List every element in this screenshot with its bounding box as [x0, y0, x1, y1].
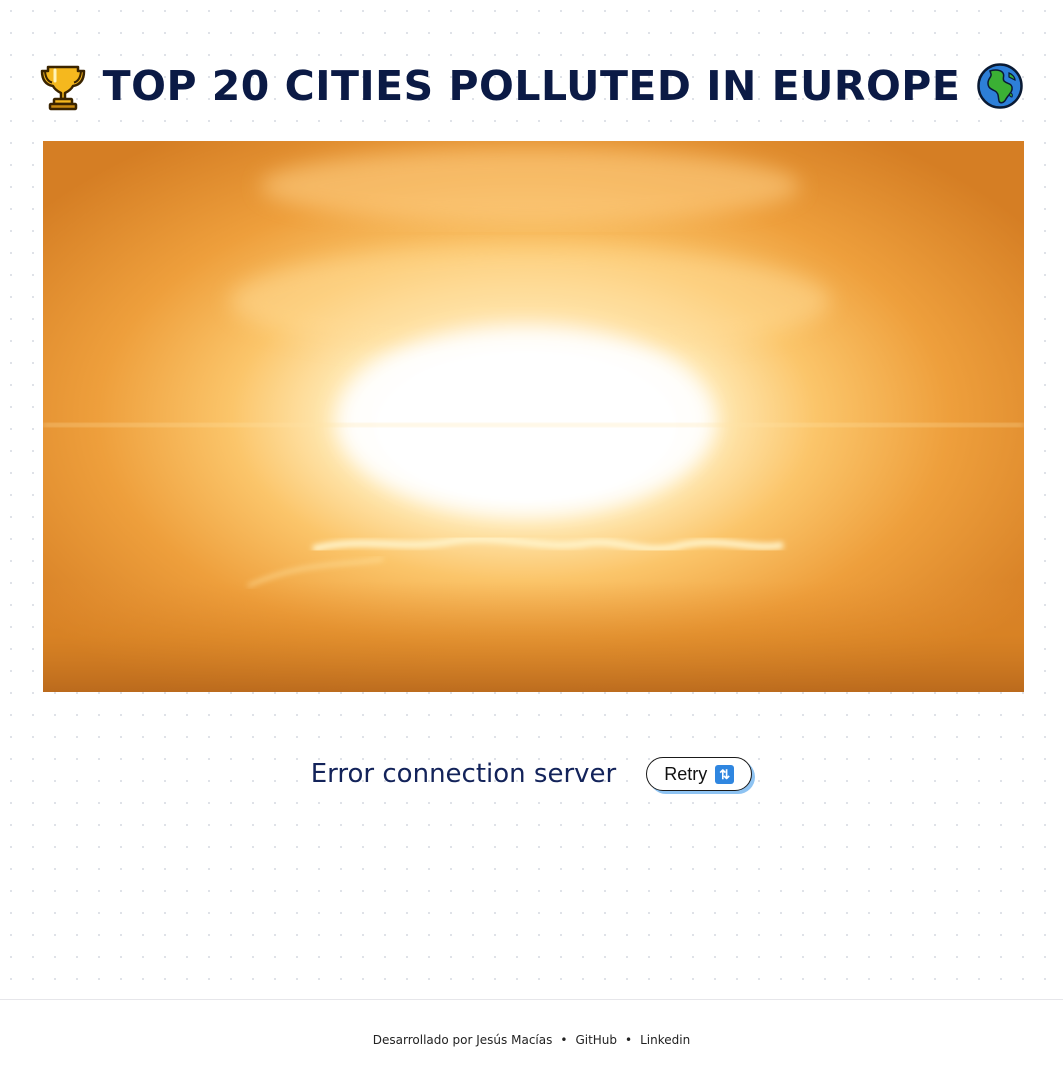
page-title: TOP 20 CITIES POLLUTED IN EUROPE — [102, 62, 961, 110]
footer-separator: • — [625, 1033, 633, 1047]
page-header: TOP 20 CITIES POLLUTED IN EUROPE — [0, 56, 1063, 116]
linkedin-link[interactable]: Linkedin — [640, 1033, 690, 1047]
trophy-icon — [39, 61, 87, 111]
error-message: Error connection server — [310, 759, 617, 789]
refresh-icon: ⇅ — [715, 764, 735, 784]
page-footer: Desarrollado por Jesús Macías • GitHub •… — [0, 999, 1063, 1080]
error-status: Error connection server Retry ⇅ — [0, 754, 1063, 794]
author-credit: Desarrollado por Jesús Macías — [372, 1033, 553, 1047]
footer-credits: Desarrollado por Jesús Macías • GitHub •… — [0, 1033, 1063, 1047]
retry-button[interactable]: Retry ⇅ — [646, 757, 753, 791]
retry-label: Retry — [664, 763, 708, 784]
explosion-image — [43, 141, 1024, 692]
footer-separator: • — [560, 1033, 568, 1047]
github-link[interactable]: GitHub — [575, 1033, 617, 1047]
globe-africa-icon — [976, 62, 1024, 110]
